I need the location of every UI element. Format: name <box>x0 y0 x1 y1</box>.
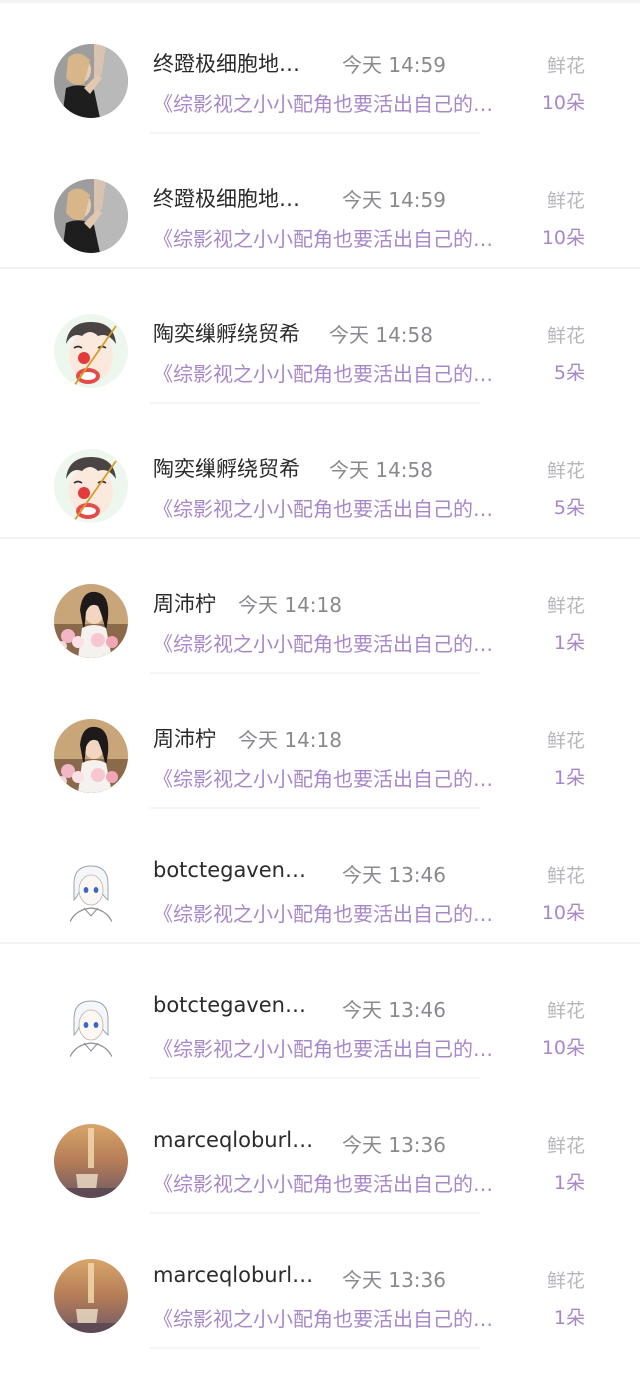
gift-time: 今天 13:36 <box>342 1268 446 1292</box>
sunset-glass-avatar[interactable] <box>54 1124 128 1198</box>
gift-time: 今天 13:46 <box>342 998 446 1022</box>
gift-type-label: 鲜花 <box>546 1000 585 1022</box>
girl-flowers-avatar[interactable] <box>54 719 128 793</box>
sender-name[interactable]: marceqloburl… <box>153 1263 313 1287</box>
sender-name[interactable]: 陶奕缫孵绕贸希 <box>153 453 300 483</box>
flower-count: 5朵 <box>553 497 585 519</box>
row-divider <box>0 942 640 944</box>
gift-type-label: 鲜花 <box>546 190 585 212</box>
flower-count: 1朵 <box>553 767 585 789</box>
book-title-link[interactable]: 《综影视之小小配角也要活出自己的… <box>153 1033 533 1062</box>
row-divider <box>0 267 640 269</box>
sender-name[interactable]: 周沛柠 <box>153 723 216 753</box>
row-divider <box>150 1077 480 1079</box>
sender-name[interactable]: botctegaven… <box>153 993 306 1017</box>
book-title-link[interactable]: 《综影视之小小配角也要活出自己的… <box>153 223 533 252</box>
flower-count: 1朵 <box>553 632 585 654</box>
girl-flowers-avatar[interactable] <box>54 584 128 658</box>
gift-type-label: 鲜花 <box>546 325 585 347</box>
gift-type-label: 鲜花 <box>546 730 585 752</box>
book-title-link[interactable]: 《综影视之小小配角也要活出自己的… <box>153 1168 533 1197</box>
gift-type-label: 鲜花 <box>546 1270 585 1292</box>
sender-name[interactable]: marceqloburl… <box>153 1128 313 1152</box>
gift-record-row[interactable]: marceqloburl… 今天 13:36 鲜花 《综影视之小小配角也要活出自… <box>0 1215 640 1349</box>
sunset-glass-avatar[interactable] <box>54 1259 128 1333</box>
sender-name[interactable]: botctegaven… <box>153 858 306 882</box>
gift-record-row[interactable]: marceqloburl… 今天 13:36 鲜花 《综影视之小小配角也要活出自… <box>0 1080 640 1214</box>
woman-arm-raised-avatar[interactable] <box>54 179 128 253</box>
gift-time: 今天 14:58 <box>329 323 433 347</box>
gift-time: 今天 14:59 <box>342 188 446 212</box>
gift-type-label: 鲜花 <box>546 55 585 77</box>
gift-record-row[interactable]: 陶奕缫孵绕贸希 今天 14:58 鲜花 《综影视之小小配角也要活出自己的… 5朵 <box>0 405 640 539</box>
flower-count: 1朵 <box>553 1307 585 1329</box>
gift-type-label: 鲜花 <box>546 460 585 482</box>
row-divider <box>150 1212 480 1214</box>
flower-count: 10朵 <box>541 1037 585 1059</box>
clown-boy-avatar[interactable] <box>54 314 128 388</box>
flower-count: 10朵 <box>541 227 585 249</box>
row-divider <box>0 537 640 539</box>
gift-time: 今天 14:18 <box>238 728 342 752</box>
book-title-link[interactable]: 《综影视之小小配角也要活出自己的… <box>153 763 533 792</box>
gift-record-row[interactable]: 终蹬极细胞地… 今天 14:59 鲜花 《综影视之小小配角也要活出自己的… 10… <box>0 0 640 134</box>
book-title-link[interactable]: 《综影视之小小配角也要活出自己的… <box>153 628 533 657</box>
sender-name[interactable]: 终蹬极细胞地… <box>153 183 300 213</box>
flower-count: 1朵 <box>553 1172 585 1194</box>
gift-type-label: 鲜花 <box>546 595 585 617</box>
flower-count: 10朵 <box>541 92 585 114</box>
sender-name[interactable]: 终蹬极细胞地… <box>153 48 300 78</box>
gift-time: 今天 14:58 <box>329 458 433 482</box>
row-divider <box>150 1347 480 1349</box>
gift-time: 今天 14:59 <box>342 53 446 77</box>
gift-record-row[interactable]: 周沛柠 今天 14:18 鲜花 《综影视之小小配角也要活出自己的… 1朵 <box>0 675 640 809</box>
gift-type-label: 鲜花 <box>546 1135 585 1157</box>
flower-count: 10朵 <box>541 902 585 924</box>
gift-record-row[interactable]: botctegaven… 今天 13:46 鲜花 《综影视之小小配角也要活出自己… <box>0 810 640 944</box>
row-divider <box>150 402 480 404</box>
gift-time: 今天 14:18 <box>238 593 342 617</box>
sender-name[interactable]: 周沛柠 <box>153 588 216 618</box>
gift-record-row[interactable]: 周沛柠 今天 14:18 鲜花 《综影视之小小配角也要活出自己的… 1朵 <box>0 540 640 674</box>
book-title-link[interactable]: 《综影视之小小配角也要活出自己的… <box>153 898 533 927</box>
clown-boy-avatar[interactable] <box>54 449 128 523</box>
book-title-link[interactable]: 《综影视之小小配角也要活出自己的… <box>153 358 533 387</box>
gift-type-label: 鲜花 <box>546 865 585 887</box>
sender-name[interactable]: 陶奕缫孵绕贸希 <box>153 318 300 348</box>
anime-boy-avatar[interactable] <box>54 989 128 1063</box>
row-divider <box>150 807 480 809</box>
book-title-link[interactable]: 《综影视之小小配角也要活出自己的… <box>153 88 533 117</box>
gift-record-row[interactable]: 陶奕缫孵绕贸希 今天 14:58 鲜花 《综影视之小小配角也要活出自己的… 5朵 <box>0 270 640 404</box>
row-divider <box>150 132 480 134</box>
gift-record-row[interactable]: botctegaven… 今天 13:46 鲜花 《综影视之小小配角也要活出自己… <box>0 945 640 1079</box>
row-divider <box>150 672 480 674</box>
gift-record-row[interactable]: 终蹬极细胞地… 今天 14:59 鲜花 《综影视之小小配角也要活出自己的… 10… <box>0 135 640 269</box>
book-title-link[interactable]: 《综影视之小小配角也要活出自己的… <box>153 493 533 522</box>
anime-boy-avatar[interactable] <box>54 854 128 928</box>
woman-arm-raised-avatar[interactable] <box>54 44 128 118</box>
flower-count: 5朵 <box>553 362 585 384</box>
book-title-link[interactable]: 《综影视之小小配角也要活出自己的… <box>153 1303 533 1332</box>
flower-gift-list: 终蹬极细胞地… 今天 14:59 鲜花 《综影视之小小配角也要活出自己的… 10… <box>0 0 640 1380</box>
gift-time: 今天 13:36 <box>342 1133 446 1157</box>
gift-time: 今天 13:46 <box>342 863 446 887</box>
